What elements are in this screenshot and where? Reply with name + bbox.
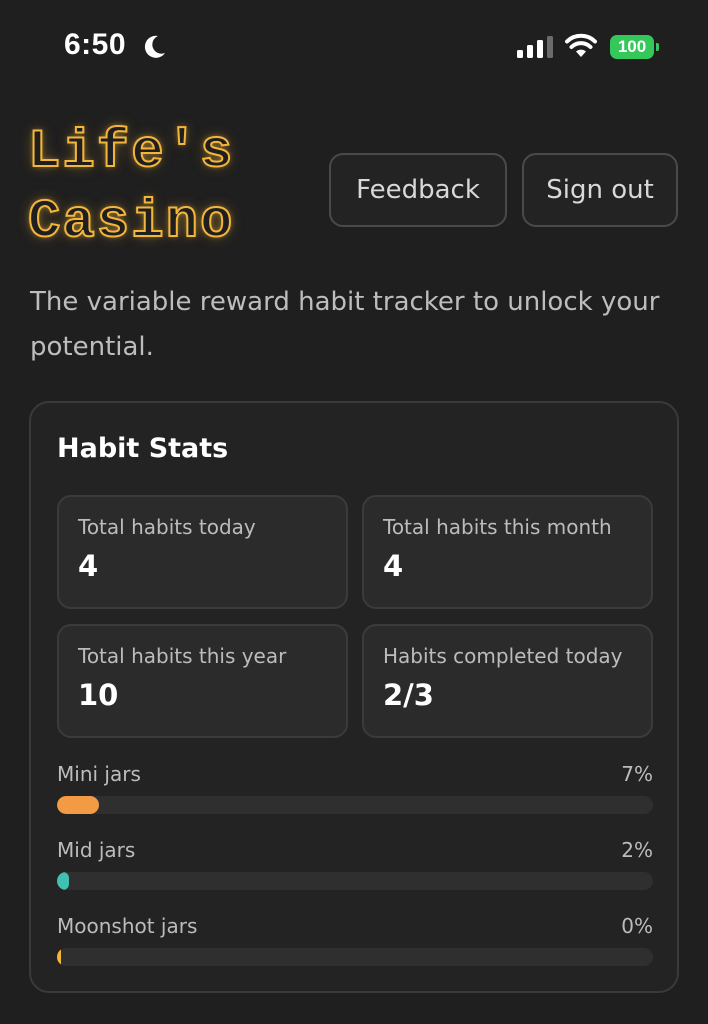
moonshot-jars-progress: Moonshot jars 0%	[57, 914, 653, 970]
wifi-icon	[565, 33, 597, 57]
app-screen: 6:50 100 Life's Casino Feedback Sign out…	[0, 0, 708, 1024]
mini-jars-progress: Mini jars 7%	[57, 762, 653, 818]
progress-label: Moonshot jars	[57, 914, 198, 938]
stat-total-month: Total habits this month 4	[362, 495, 653, 609]
stat-value: 2/3	[383, 678, 434, 712]
stat-label: Total habits this month	[383, 515, 612, 539]
progress-label: Mid jars	[57, 838, 136, 862]
stat-label: Habits completed today	[383, 644, 623, 668]
habit-stats-card: Habit Stats Total habits today 4 Total h…	[29, 401, 679, 993]
stat-value: 4	[78, 549, 99, 583]
progress-percent: 0%	[621, 914, 653, 938]
battery-icon: 100	[610, 35, 659, 59]
stat-total-today: Total habits today 4	[57, 495, 348, 609]
progress-fill	[57, 872, 69, 890]
progress-percent: 7%	[621, 762, 653, 786]
progress-percent: 2%	[621, 838, 653, 862]
stat-completed-today: Habits completed today 2/3	[362, 624, 653, 738]
status-bar: 6:50 100	[0, 0, 708, 92]
stat-label: Total habits this year	[78, 644, 287, 668]
battery-level: 100	[610, 35, 654, 59]
progress-fill	[57, 948, 61, 966]
tagline: The variable reward habit tracker to unl…	[30, 287, 660, 362]
stat-label: Total habits today	[78, 515, 256, 539]
stat-value: 4	[383, 549, 404, 583]
status-time: 6:50	[64, 28, 127, 61]
progress-label: Mini jars	[57, 762, 141, 786]
cellular-signal-icon	[517, 36, 553, 58]
app-logo: Life's Casino	[27, 118, 288, 258]
feedback-button[interactable]: Feedback	[329, 153, 507, 227]
sign-out-button[interactable]: Sign out	[522, 153, 678, 227]
battery-nub	[656, 43, 659, 51]
logo-line-2: Casino	[27, 191, 235, 254]
progress-track	[57, 796, 653, 814]
progress-track	[57, 948, 653, 966]
logo-line-1: Life's	[27, 121, 235, 184]
progress-track	[57, 872, 653, 890]
mid-jars-progress: Mid jars 2%	[57, 838, 653, 894]
stat-total-year: Total habits this year 10	[57, 624, 348, 738]
moon-icon	[144, 35, 165, 58]
card-title: Habit Stats	[57, 433, 229, 464]
progress-fill	[57, 796, 99, 814]
stat-value: 10	[78, 678, 119, 712]
